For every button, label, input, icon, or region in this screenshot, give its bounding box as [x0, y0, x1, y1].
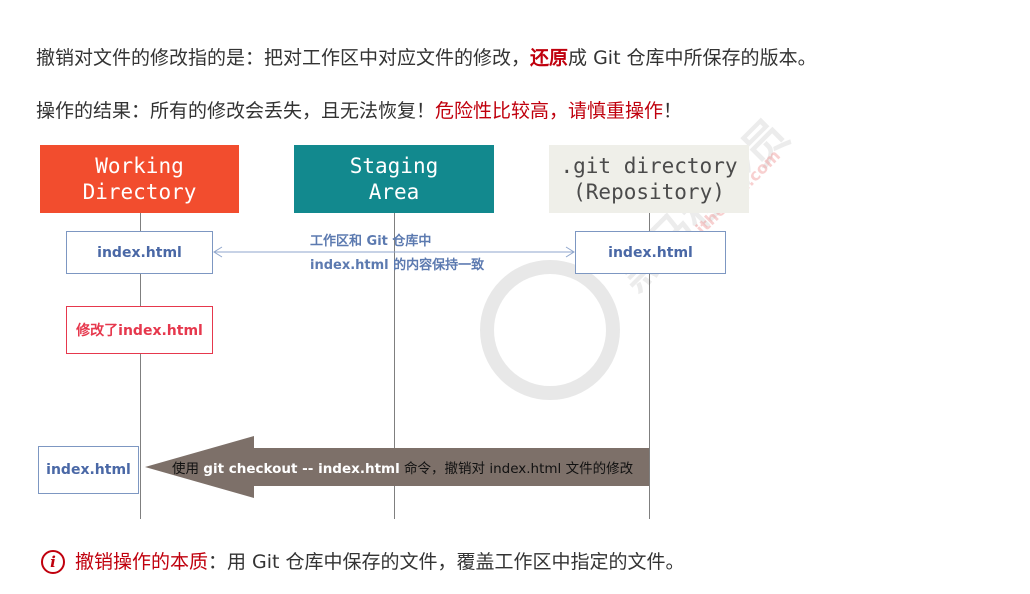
- summary-note: i 撤销操作的本质 ：用 Git 仓库中保存的文件，覆盖工作区中指定的文件。: [41, 548, 685, 576]
- sync-label-line-1: 工作区和 Git 仓库中: [310, 234, 432, 249]
- checkout-command: git checkout -- index.html: [203, 461, 400, 477]
- sync-label-line-2: index.html 的内容保持一致: [310, 258, 485, 273]
- summary-key: 撤销操作的本质: [75, 551, 209, 573]
- arrow-label-prefix: 使用: [172, 461, 204, 477]
- arrow-label-suffix: 命令，撤销对 index.html 文件的修改: [399, 461, 634, 477]
- restored-file-box: index.html: [38, 446, 139, 494]
- repo-file-box: index.html: [575, 231, 726, 274]
- modified-file-box: 修改了index.html: [66, 306, 213, 354]
- checkout-arrow-label: 使用 git checkout -- index.html 命令，撤销对 ind…: [172, 461, 633, 477]
- diagram-arrows: [145, 246, 649, 498]
- info-icon: i: [41, 550, 65, 574]
- summary-text: ：用 Git 仓库中保存的文件，覆盖工作区中指定的文件。: [208, 551, 685, 573]
- working-file-box: index.html: [66, 231, 213, 274]
